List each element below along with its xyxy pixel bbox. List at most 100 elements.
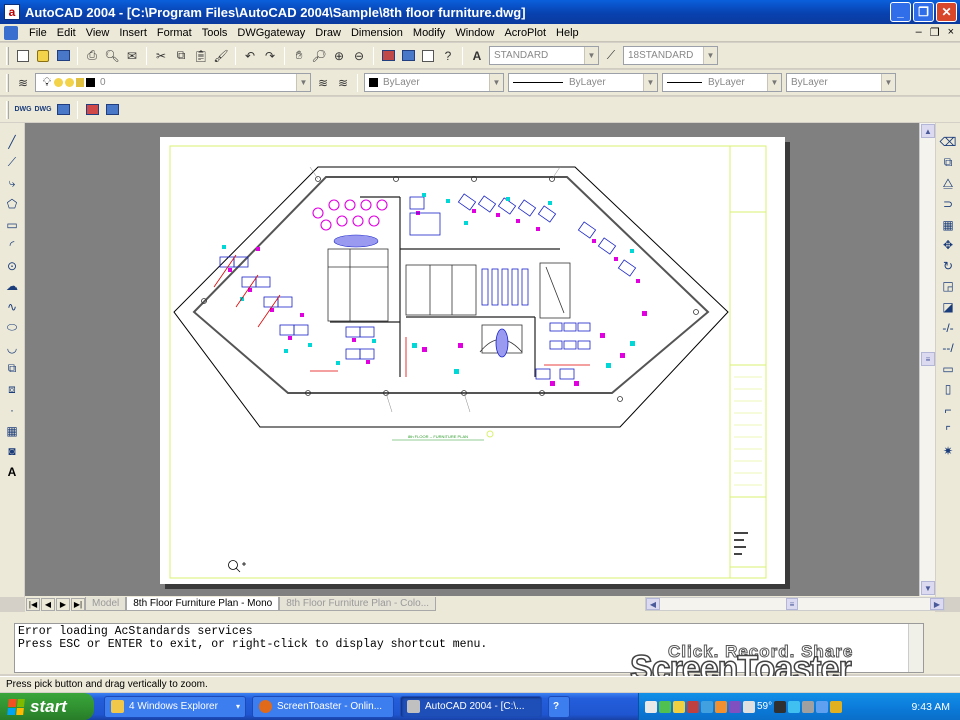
scroll-up-button[interactable]: ▲ [921,124,935,138]
chevron-down-icon[interactable]: ▼ [703,47,717,64]
menu-modify[interactable]: Modify [408,27,450,39]
tray-bluetooth-icon[interactable] [788,700,801,713]
scale-icon[interactable]: ◲ [939,277,957,296]
menu-dwggateway[interactable]: DWGgateway [232,27,310,39]
linetype-combo[interactable]: ByLayer ▼ [508,73,658,92]
plot-preview-icon[interactable]: 🔍︎ [103,47,121,65]
doc-restore-button[interactable]: ❐ [930,26,940,39]
paste-icon[interactable]: 📋︎ [192,47,210,65]
dwg-convert-icon[interactable] [54,101,72,119]
dwg-open-icon[interactable]: DWG [14,101,32,119]
help-task-icon[interactable]: ? [548,695,570,718]
command-scrollbar[interactable] [908,624,923,672]
close-button[interactable]: ✕ [936,2,957,22]
copy-icon[interactable]: ⧉ [172,47,190,65]
region-icon[interactable]: ◙ [3,442,21,461]
horizontal-scrollbar[interactable]: ◀ ≡ ▶ [645,597,945,611]
toolbar-grip[interactable] [6,100,9,119]
hatch-icon[interactable]: ▦ [3,421,21,440]
menu-dimension[interactable]: Dimension [346,27,408,39]
menu-window[interactable]: Window [450,27,499,39]
layout-paper[interactable]: 8th FLOOR -- FURNITURE PLAN [160,137,785,584]
help-icon[interactable]: ? [439,47,457,65]
tray-network-icon[interactable] [659,700,671,713]
h-scroll-thumb[interactable]: ≡ [786,598,798,610]
toolbar-grip[interactable] [6,73,9,92]
properties-icon[interactable] [379,47,397,65]
make-block-icon[interactable]: ⧈ [3,380,21,399]
doc-close-button[interactable]: × [948,26,954,39]
tab-furniture-plan-color[interactable]: 8th Floor Furniture Plan - Colo... [279,597,437,611]
cut-icon[interactable]: ✂ [152,47,170,65]
layer-combo[interactable]: 💡︎ 0 ▼ [35,73,311,92]
doc-minimize-button[interactable]: – [916,26,922,39]
document-icon[interactable] [4,25,18,40]
plotstyle-combo[interactable]: ByLayer ▼ [786,73,896,92]
explode-icon[interactable]: ✷ [939,442,957,461]
prev-tab-button[interactable]: ◀ [41,597,55,611]
print-icon[interactable]: ⎙ [83,47,101,65]
match-properties-icon[interactable]: 🖌︎ [212,47,230,65]
layer-previous-icon[interactable]: ≋ [334,74,352,92]
lineweight-combo[interactable]: ByLayer ▼ [662,73,782,92]
move-icon[interactable]: ✥ [939,236,957,255]
rotate-icon[interactable]: ↻ [939,257,957,276]
minimize-button[interactable]: _ [890,2,911,22]
make-object-layer-current-icon[interactable]: ≋ [314,74,332,92]
point-icon[interactable]: · [3,401,21,420]
polyline-icon[interactable]: ⤷ [3,174,21,193]
revision-cloud-icon[interactable]: ☁︎ [3,277,21,296]
menu-acroplot[interactable]: AcroPlot [499,27,551,39]
tool-palettes-icon[interactable] [419,47,437,65]
array-icon[interactable]: ▦ [939,215,957,234]
open-folder-icon[interactable] [34,47,52,65]
vertical-scrollbar[interactable]: ▲ ≡ ▼ [919,123,935,596]
first-tab-button[interactable]: |◀ [26,597,40,611]
tray-antivirus-icon[interactable] [687,700,699,713]
menu-format[interactable]: Format [152,27,197,39]
acroplot-batch-icon[interactable] [103,101,121,119]
pan-icon[interactable]: ✋︎ [290,47,308,65]
rectangle-icon[interactable]: ▭ [3,215,21,234]
toolbar-grip[interactable] [6,46,9,65]
menu-insert[interactable]: Insert [114,27,152,39]
ellipse-icon[interactable]: ⬭ [3,318,21,337]
tray-app-icon[interactable] [645,700,657,713]
copy-object-icon[interactable]: ⧉ [939,154,957,173]
last-tab-button[interactable]: ▶| [71,597,85,611]
fillet-icon[interactable]: ⌜ [939,421,957,440]
redo-icon[interactable]: ↷ [261,47,279,65]
menu-file[interactable]: File [24,27,52,39]
scroll-right-button[interactable]: ▶ [930,598,944,610]
tray-sync-icon[interactable] [701,700,713,713]
acroplot-icon[interactable] [83,101,101,119]
mirror-icon[interactable]: ⧋ [939,174,957,193]
circle-icon[interactable]: ⊙ [3,257,21,276]
zoom-window-icon[interactable]: ⊕ [330,47,348,65]
maximize-button[interactable]: ❐ [913,2,934,22]
color-combo[interactable]: ByLayer ▼ [364,73,504,92]
stretch-icon[interactable]: ◪ [939,298,957,317]
break-at-point-icon[interactable]: ▭ [939,360,957,379]
task-windows-explorer[interactable]: 4 Windows Explorer ▾ [104,695,246,718]
tray-display-icon[interactable] [802,700,815,713]
design-center-icon[interactable] [399,47,417,65]
menu-tools[interactable]: Tools [197,27,233,39]
next-tab-button[interactable]: ▶ [56,597,70,611]
scroll-thumb[interactable]: ≡ [921,352,935,366]
polygon-icon[interactable]: ⬠ [3,195,21,214]
spline-icon[interactable]: ∿ [3,298,21,317]
menu-help[interactable]: Help [551,27,584,39]
trim-icon[interactable]: -/- [939,318,957,337]
menu-draw[interactable]: Draw [310,27,346,39]
command-history[interactable]: Error loading AcStandards services Press… [14,623,924,673]
chamfer-icon[interactable]: ⌐ [939,401,957,420]
chevron-down-icon[interactable]: ▼ [296,74,310,91]
tray-recorder-icon[interactable] [774,700,787,713]
scroll-down-button[interactable]: ▼ [921,581,935,595]
ellipse-arc-icon[interactable]: ◡ [3,339,21,358]
tab-model[interactable]: Model [85,597,127,611]
save-icon[interactable] [54,47,72,65]
taskbar-clock[interactable]: 9:43 AM [911,701,950,713]
offset-icon[interactable]: ⊃ [939,195,957,214]
